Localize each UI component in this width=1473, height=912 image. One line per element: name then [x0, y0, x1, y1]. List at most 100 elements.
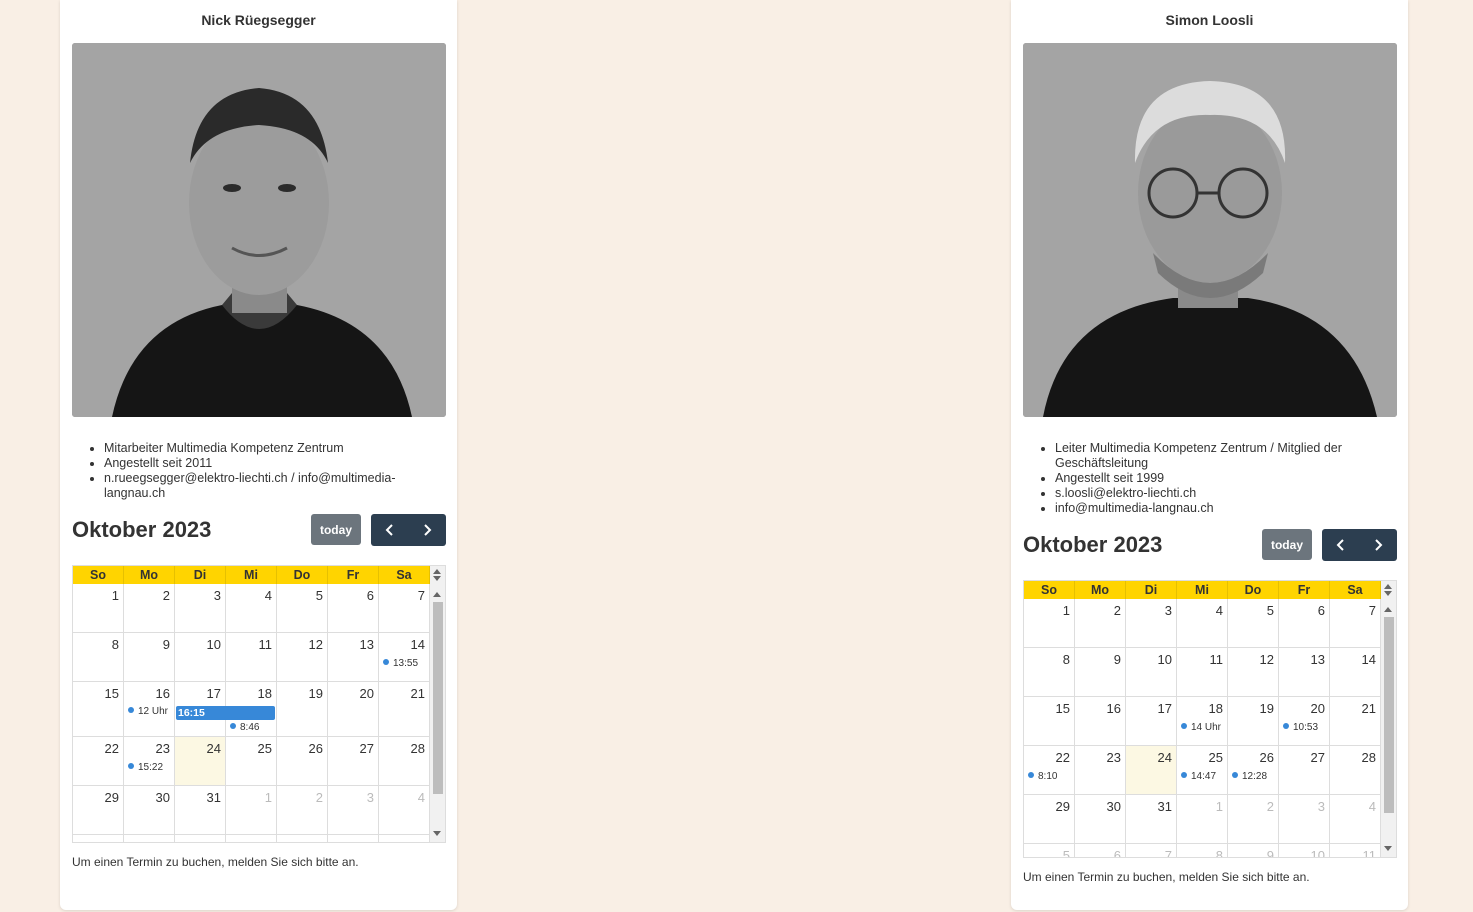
- scrollbar-thumb[interactable]: [1384, 617, 1394, 813]
- scroll-up-icon[interactable]: [433, 592, 441, 597]
- day-cell-other-month[interactable]: 6: [1075, 844, 1126, 857]
- day-cell[interactable]: 4: [226, 584, 277, 632]
- scroll-down-icon[interactable]: [433, 576, 441, 581]
- day-cell[interactable]: 17 16:15: [175, 682, 275, 736]
- day-cell[interactable]: 2: [124, 584, 175, 632]
- day-cell[interactable]: 16: [1075, 697, 1126, 745]
- day-cell-other-month[interactable]: 11: [379, 835, 430, 842]
- day-cell[interactable]: 21: [1330, 697, 1381, 745]
- day-cell[interactable]: 26 12:28: [1228, 746, 1279, 794]
- day-cell-other-month[interactable]: 9: [277, 835, 328, 842]
- day-cell-other-month[interactable]: 10: [328, 835, 379, 842]
- scroll-up-icon[interactable]: [1384, 607, 1392, 612]
- day-cell[interactable]: 1: [1024, 599, 1075, 647]
- day-cell[interactable]: 19: [1228, 697, 1279, 745]
- calendar-scrollbar[interactable]: [1381, 581, 1396, 857]
- day-cell[interactable]: 15: [1024, 697, 1075, 745]
- day-cell[interactable]: 10: [1126, 648, 1177, 696]
- scrollbar-thumb[interactable]: [433, 602, 443, 794]
- day-cell[interactable]: 21: [379, 682, 430, 736]
- day-cell[interactable]: 12: [277, 633, 328, 681]
- day-cell[interactable]: 23: [1075, 746, 1126, 794]
- calendar-event[interactable]: 12 Uhr: [128, 706, 168, 717]
- day-cell[interactable]: 14: [1330, 648, 1381, 696]
- day-cell[interactable]: 8: [73, 633, 124, 681]
- prev-month-button[interactable]: [1322, 529, 1360, 561]
- day-cell[interactable]: 26: [277, 737, 328, 785]
- day-cell-other-month[interactable]: 6: [124, 835, 175, 842]
- day-cell[interactable]: 15: [73, 682, 124, 736]
- day-cell[interactable]: 9: [1075, 648, 1126, 696]
- day-cell-today[interactable]: 24: [175, 737, 226, 785]
- day-cell[interactable]: 20: [328, 682, 379, 736]
- day-cell[interactable]: 30: [1075, 795, 1126, 843]
- calendar-event[interactable]: 10:53: [1283, 722, 1318, 733]
- day-cell[interactable]: 30: [124, 786, 175, 834]
- day-cell-other-month[interactable]: 5: [1024, 844, 1075, 857]
- next-month-button[interactable]: [409, 514, 447, 546]
- day-cell-other-month[interactable]: 11: [1330, 844, 1381, 857]
- day-cell[interactable]: 9: [124, 633, 175, 681]
- calendar-scrollbar[interactable]: [430, 566, 445, 842]
- day-cell[interactable]: 27: [328, 737, 379, 785]
- day-cell[interactable]: 8: [1024, 648, 1075, 696]
- day-cell-other-month[interactable]: 8: [226, 835, 277, 842]
- day-cell-other-month[interactable]: 3: [328, 786, 379, 834]
- day-cell-other-month[interactable]: 1: [1177, 795, 1228, 843]
- today-button[interactable]: today: [1262, 529, 1312, 560]
- day-cell[interactable]: 19: [277, 682, 328, 736]
- day-cell-other-month[interactable]: 2: [277, 786, 328, 834]
- day-cell[interactable]: 22: [73, 737, 124, 785]
- calendar-event[interactable]: 12:28: [1232, 771, 1267, 782]
- day-cell-other-month[interactable]: 8: [1177, 844, 1228, 857]
- day-cell-other-month[interactable]: 4: [379, 786, 430, 834]
- day-cell[interactable]: 20 10:53: [1279, 697, 1330, 745]
- day-cell[interactable]: 11: [226, 633, 277, 681]
- day-cell[interactable]: 31: [175, 786, 226, 834]
- day-cell[interactable]: 16 12 Uhr: [124, 682, 175, 736]
- day-cell-other-month[interactable]: 7: [1126, 844, 1177, 857]
- day-cell[interactable]: 25: [226, 737, 277, 785]
- day-cell[interactable]: 13: [328, 633, 379, 681]
- day-cell[interactable]: 5: [1228, 599, 1279, 647]
- scroll-down-icon[interactable]: [1384, 846, 1392, 851]
- calendar-event[interactable]: 14 Uhr: [1181, 722, 1221, 733]
- calendar-event[interactable]: 13:55: [383, 658, 418, 669]
- day-cell[interactable]: 13: [1279, 648, 1330, 696]
- day-cell[interactable]: 12: [1228, 648, 1279, 696]
- calendar-event-bar[interactable]: 16:15: [176, 706, 275, 720]
- day-cell[interactable]: 6: [1279, 599, 1330, 647]
- day-cell[interactable]: 1: [73, 584, 124, 632]
- calendar-event[interactable]: 8:46: [230, 722, 259, 733]
- day-cell[interactable]: 11: [1177, 648, 1228, 696]
- day-cell[interactable]: 23 15:22: [124, 737, 175, 785]
- day-cell[interactable]: 7: [379, 584, 430, 632]
- scroll-down-icon[interactable]: [1384, 591, 1392, 596]
- day-cell-other-month[interactable]: 4: [1330, 795, 1381, 843]
- day-cell-other-month[interactable]: 1: [226, 786, 277, 834]
- day-cell[interactable]: 29: [73, 786, 124, 834]
- day-cell-other-month[interactable]: 2: [1228, 795, 1279, 843]
- prev-month-button[interactable]: [371, 514, 409, 546]
- day-cell[interactable]: 17: [1126, 697, 1177, 745]
- day-cell[interactable]: 7: [1330, 599, 1381, 647]
- day-cell[interactable]: 4: [1177, 599, 1228, 647]
- next-month-button[interactable]: [1360, 529, 1398, 561]
- day-cell[interactable]: 3: [175, 584, 226, 632]
- day-cell-other-month[interactable]: 3: [1279, 795, 1330, 843]
- day-cell[interactable]: 31: [1126, 795, 1177, 843]
- day-cell-other-month[interactable]: 10: [1279, 844, 1330, 857]
- day-cell[interactable]: 6: [328, 584, 379, 632]
- day-cell[interactable]: 2: [1075, 599, 1126, 647]
- day-cell[interactable]: 25 14:47: [1177, 746, 1228, 794]
- calendar-event[interactable]: 15:22: [128, 762, 163, 773]
- day-cell-other-month[interactable]: 7: [175, 835, 226, 842]
- day-cell[interactable]: 3: [1126, 599, 1177, 647]
- day-cell[interactable]: 29: [1024, 795, 1075, 843]
- calendar-event[interactable]: 14:47: [1181, 771, 1216, 782]
- day-cell[interactable]: 28: [1330, 746, 1381, 794]
- day-cell[interactable]: 18 14 Uhr: [1177, 697, 1228, 745]
- today-button[interactable]: today: [311, 514, 361, 545]
- day-cell[interactable]: 14 13:55: [379, 633, 430, 681]
- day-cell[interactable]: 22 8:10: [1024, 746, 1075, 794]
